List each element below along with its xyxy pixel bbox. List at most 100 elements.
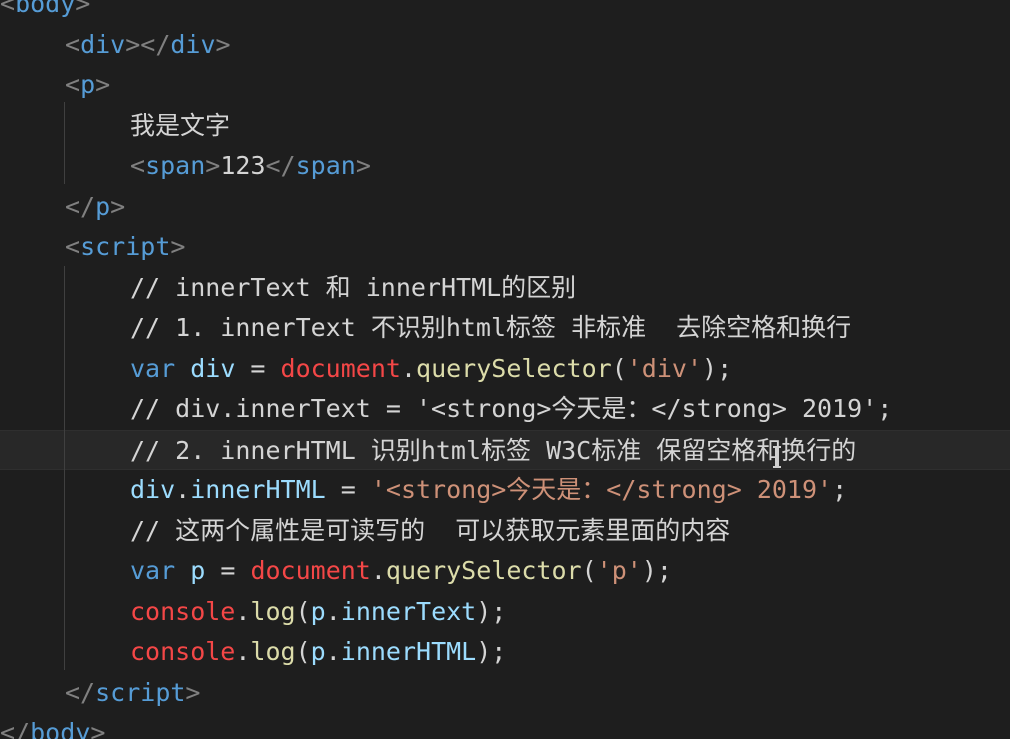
code-line[interactable]: <p> — [0, 65, 1010, 106]
code-line[interactable]: <div></div> — [0, 25, 1010, 66]
code-token: . — [325, 637, 341, 666]
code-token: . — [325, 596, 341, 626]
code-token: . — [400, 353, 417, 383]
code-token: < — [65, 29, 81, 59]
code-token: // 1. innerText 不识别html标签 非标准 去除空格和换行 — [130, 313, 852, 342]
code-token: 我是文字 — [130, 110, 231, 140]
code-token: </ — [65, 677, 96, 707]
code-token: 123 — [220, 151, 266, 180]
code-token: . — [370, 556, 386, 585]
code-token: > — [75, 0, 91, 18]
code-token: querySelector — [416, 353, 612, 383]
code-token: ></ — [125, 29, 171, 59]
code-token: script — [80, 232, 171, 261]
code-line[interactable]: var p = document.querySelector('p'); — [0, 551, 1010, 592]
code-token: var — [130, 353, 176, 383]
code-line[interactable]: // innerText 和 innerHTML的区别 — [0, 268, 1010, 309]
code-token: . — [235, 637, 251, 666]
code-token: // div.innerText = '<strong>今天是：</strong… — [130, 394, 893, 423]
code-line[interactable]: console.log(p.innerHTML); — [0, 632, 1010, 673]
indent-guide-script — [64, 266, 65, 670]
code-token: p — [95, 191, 111, 221]
text-cursor-icon — [773, 446, 781, 468]
code-line[interactable]: </p> — [0, 187, 1010, 228]
code-token: // innerText 和 innerHTML的区别 — [130, 272, 577, 302]
code-line[interactable]: // 2. innerHTML 识别html标签 W3C标准 保留空格和换行的 — [0, 429, 1010, 470]
code-token: = — [205, 556, 251, 585]
code-token: body — [15, 0, 76, 18]
code-line[interactable]: <body> — [0, 0, 1010, 25]
code-token: = — [325, 475, 371, 504]
code-token: '<strong>今天是：</strong> 2019' — [370, 475, 833, 504]
code-line[interactable]: // 1. innerText 不识别html标签 非标准 去除空格和换行 — [0, 308, 1010, 349]
code-token: > — [110, 191, 126, 221]
code-token: innerHTML — [340, 637, 477, 666]
code-token: ); — [476, 637, 507, 666]
code-token: ( — [295, 637, 311, 666]
code-token: body — [30, 718, 91, 739]
code-token: // 这两个属性是可读写的 可以获取元素里面的内容 — [130, 515, 731, 545]
code-token: > — [185, 677, 201, 707]
code-token: . — [175, 475, 191, 504]
code-token: > — [170, 232, 186, 261]
code-line[interactable]: 我是文字 — [0, 106, 1010, 147]
code-line[interactable]: var div = document.querySelector('div'); — [0, 349, 1010, 390]
indent-guide-p — [64, 102, 65, 184]
code-token: innerHTML — [190, 475, 326, 504]
code-token: div — [130, 475, 176, 504]
code-line[interactable]: <span>123</span> — [0, 146, 1010, 187]
code-token: div — [80, 29, 126, 59]
code-token: document — [250, 556, 371, 585]
code-line[interactable]: // 这两个属性是可读写的 可以获取元素里面的内容 — [0, 511, 1010, 552]
code-editor[interactable]: <body> <div></div> <p> 我是文字 <span>123</span>… — [0, 0, 1010, 739]
code-token: ( — [295, 596, 311, 626]
code-token: </ — [0, 718, 31, 739]
code-token: < — [65, 70, 81, 99]
code-token: span — [295, 151, 356, 180]
code-token: p — [310, 596, 326, 626]
code-token: innerText — [340, 596, 477, 626]
code-token: > — [205, 151, 221, 180]
code-token: > — [355, 151, 371, 180]
code-token: ( — [581, 556, 597, 585]
code-token: ); — [476, 596, 507, 626]
code-token: log — [250, 596, 296, 626]
code-token: ); — [641, 556, 672, 585]
code-token: span — [145, 151, 206, 180]
code-token: = — [235, 353, 281, 383]
code-token: 'div' — [626, 353, 703, 383]
code-token: div — [170, 29, 216, 59]
code-token: 'p' — [596, 556, 642, 585]
code-token: < — [130, 151, 146, 180]
code-token: script — [95, 677, 186, 707]
code-token: . — [235, 596, 251, 626]
code-token: ; — [832, 475, 848, 504]
code-token: < — [65, 232, 81, 261]
code-line[interactable]: </body> — [0, 713, 1010, 739]
code-token: console — [130, 596, 236, 626]
code-token: console — [130, 637, 236, 666]
code-token: div — [190, 353, 236, 383]
code-token: log — [250, 637, 296, 666]
code-token: ( — [611, 353, 627, 383]
code-token: // 2. innerHTML 识别html标签 W3C标准 保留空格和换行的 — [130, 435, 857, 465]
code-token: document — [280, 353, 401, 383]
code-line[interactable]: <script> — [0, 227, 1010, 268]
code-line[interactable]: div.innerHTML = '<strong>今天是：</strong> 2… — [0, 470, 1010, 511]
code-token: > — [90, 718, 106, 739]
code-token: < — [0, 0, 16, 18]
code-token: > — [95, 70, 111, 99]
code-token: var — [130, 556, 176, 585]
code-token: </ — [65, 191, 96, 221]
code-token: querySelector — [385, 556, 582, 585]
code-line[interactable]: </script> — [0, 673, 1010, 714]
code-token: ); — [702, 353, 733, 383]
code-token: p — [190, 556, 206, 585]
code-line[interactable]: // div.innerText = '<strong>今天是：</strong… — [0, 389, 1010, 430]
code-token: </ — [265, 151, 296, 180]
code-token: p — [310, 637, 326, 666]
code-token: p — [80, 70, 96, 99]
code-line[interactable]: console.log(p.innerText); — [0, 592, 1010, 633]
